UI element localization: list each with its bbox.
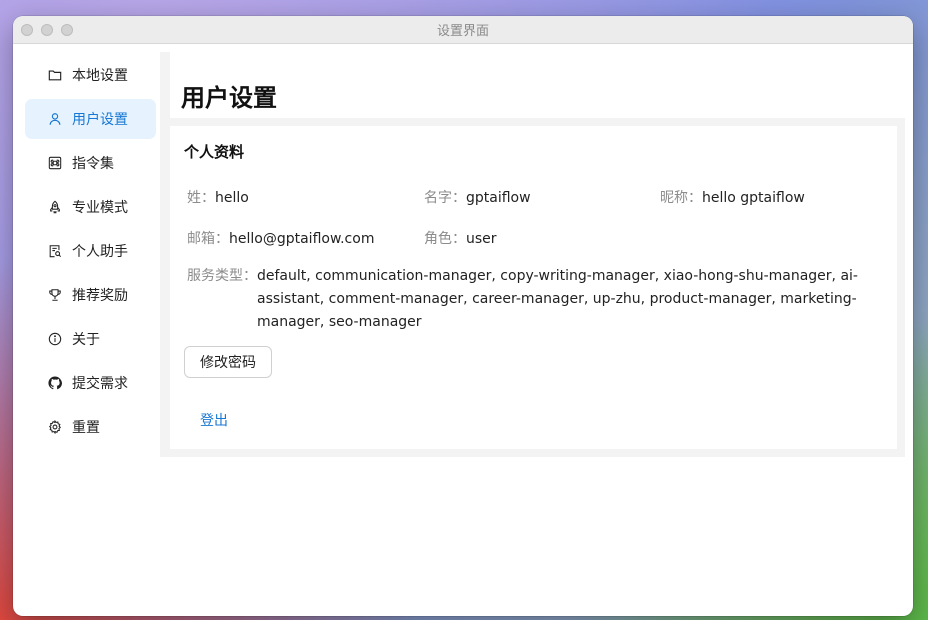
sidebar-item-label: 重置 (72, 420, 100, 436)
trophy-icon (48, 288, 62, 302)
sidebar-item-label: 专业模式 (72, 200, 128, 216)
sidebar-item-label: 指令集 (72, 156, 114, 172)
sidebar-item-label: 提交需求 (72, 376, 128, 392)
rocket-icon (48, 200, 62, 214)
nickname-value: hello gptaiflow (702, 190, 805, 206)
gear-icon (48, 420, 62, 434)
user-icon (48, 112, 62, 126)
first-name-label: 名字： (424, 190, 466, 206)
profile-section-title: 个人资料 (184, 143, 245, 161)
last-name-field: 姓：hello (187, 187, 249, 207)
window-title: 设置界面 (436, 24, 489, 39)
sidebar-item-label: 本地设置 (72, 68, 128, 84)
last-name-label: 姓： (187, 190, 215, 206)
email-label: 邮箱： (187, 231, 229, 247)
page-header: 用户设置 (160, 52, 905, 118)
main-content: 用户设置 个人资料 姓：hello 名字：gptaiflow 昵称：hello … (160, 45, 913, 616)
sidebar-item-reset[interactable]: 重置 (25, 407, 156, 447)
service-type-field: 服务类型： default, communication-manager, co… (187, 265, 897, 334)
info-icon (48, 332, 62, 346)
sidebar-item-label: 推荐奖励 (72, 288, 128, 304)
service-type-value: default, communication-manager, copy-wri… (257, 268, 858, 330)
sidebar: 本地设置 用户设置 指令集 专业模式 个人助手 推荐奖励 关于 提交需求 重置 (13, 45, 160, 616)
github-icon (48, 376, 62, 390)
sidebar-item-submit-request[interactable]: 提交需求 (25, 363, 156, 403)
command-icon (48, 156, 62, 170)
settings-window: 设置界面 本地设置 用户设置 指令集 专业模式 个人助手 推荐奖励 关于 提交需… (13, 16, 913, 616)
role-label: 角色： (424, 231, 466, 247)
sidebar-item-label: 用户设置 (72, 112, 128, 128)
service-type-label: 服务类型： (187, 268, 257, 284)
sidebar-item-commands[interactable]: 指令集 (25, 143, 156, 183)
profile-panel: 个人资料 姓：hello 名字：gptaiflow 昵称：hello gptai… (160, 118, 905, 457)
title-bar: 设置界面 (13, 16, 913, 44)
minimize-window-button[interactable] (41, 24, 53, 36)
logout-link[interactable]: 登出 (200, 410, 228, 430)
sidebar-item-personal-assistant[interactable]: 个人助手 (25, 231, 156, 271)
email-value: hello@gptaiflow.com (229, 231, 375, 247)
first-name-value: gptaiflow (466, 190, 531, 206)
last-name-value: hello (215, 190, 249, 206)
nickname-label: 昵称： (660, 190, 702, 206)
role-field: 角色：user (424, 228, 497, 248)
sidebar-item-label: 关于 (72, 332, 100, 348)
profile-card: 个人资料 姓：hello 名字：gptaiflow 昵称：hello gptai… (170, 126, 897, 449)
close-window-button[interactable] (21, 24, 33, 36)
nickname-field: 昵称：hello gptaiflow (660, 187, 805, 207)
sidebar-item-referral-rewards[interactable]: 推荐奖励 (25, 275, 156, 315)
zoom-window-button[interactable] (61, 24, 73, 36)
sidebar-item-local-settings[interactable]: 本地设置 (25, 55, 156, 95)
sidebar-item-about[interactable]: 关于 (25, 319, 156, 359)
assistant-doc-icon (48, 244, 62, 258)
window-controls (21, 24, 73, 36)
sidebar-item-pro-mode[interactable]: 专业模式 (25, 187, 156, 227)
change-password-button[interactable]: 修改密码 (184, 346, 272, 378)
page-title: 用户设置 (181, 84, 277, 112)
role-value: user (466, 231, 497, 247)
sidebar-item-label: 个人助手 (72, 244, 128, 260)
email-field: 邮箱：hello@gptaiflow.com (187, 228, 374, 248)
sidebar-item-user-settings[interactable]: 用户设置 (25, 99, 156, 139)
first-name-field: 名字：gptaiflow (424, 187, 531, 207)
folder-icon (48, 68, 62, 82)
